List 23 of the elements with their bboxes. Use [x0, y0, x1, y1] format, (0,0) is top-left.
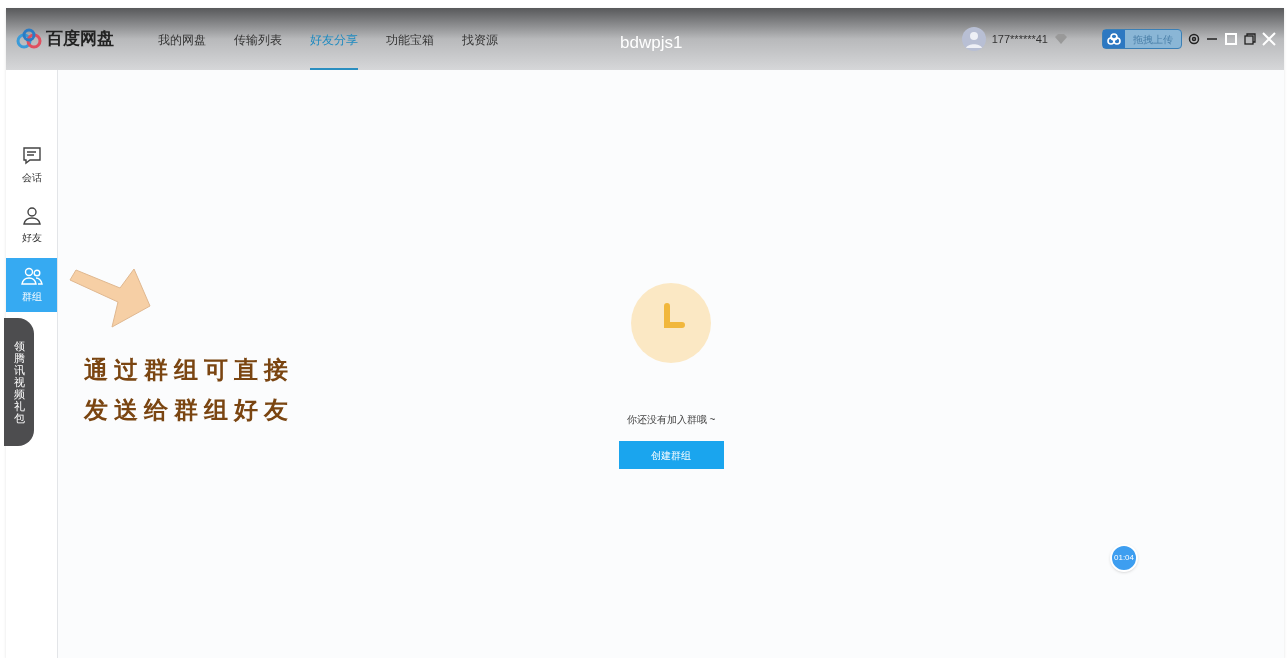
nav-tab[interactable]: 传输列表 — [234, 8, 282, 70]
nav-tab[interactable]: 功能宝箱 — [386, 8, 434, 70]
group-icon — [20, 266, 43, 285]
annotation-text: 通过群组可直接 — [84, 355, 294, 385]
nav-tab[interactable]: 我的网盘 — [158, 8, 206, 70]
promo-tab[interactable]: 领腾讯视频礼包 — [4, 318, 34, 446]
settings-icon[interactable] — [1188, 33, 1200, 45]
nav-tab[interactable]: 找资源 — [462, 8, 498, 70]
annotation-text: 发送给群组好友 — [84, 395, 294, 425]
window-title: bdwpjs1 — [620, 32, 683, 54]
avatar-icon — [961, 27, 986, 51]
diamond-icon — [1054, 33, 1068, 45]
empty-message: 你还没有加入群哦 ~ — [626, 413, 716, 427]
cloud-icon — [1106, 33, 1122, 45]
sidebar-item[interactable]: 会话 — [6, 138, 57, 192]
sidebar-item[interactable]: 好友 — [6, 198, 57, 252]
restore-icon[interactable] — [1244, 33, 1256, 45]
user-icon — [21, 205, 42, 226]
app-name: 百度网盘 — [46, 28, 114, 51]
cloud-logo-icon — [16, 28, 42, 50]
account-name[interactable]: 177******41 — [991, 30, 1048, 48]
clock-icon — [630, 282, 712, 364]
chat-icon — [21, 145, 42, 166]
